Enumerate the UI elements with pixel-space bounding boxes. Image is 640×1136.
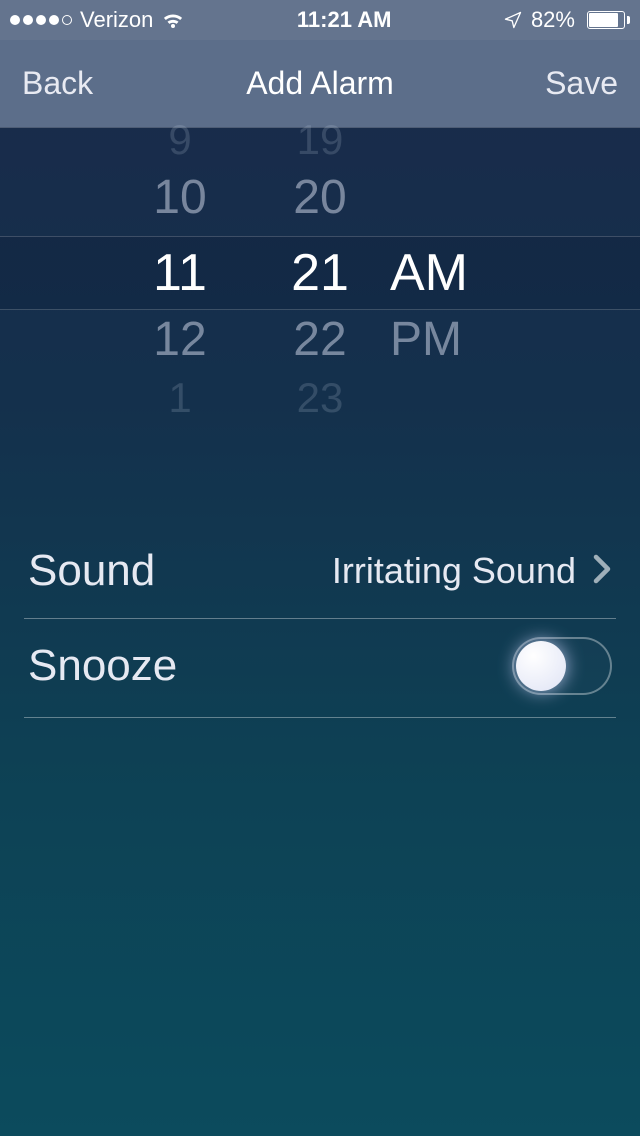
snooze-label: Snooze <box>28 641 177 691</box>
sound-row[interactable]: Sound Irritating Sound <box>24 528 616 619</box>
status-right: 82% <box>503 7 630 33</box>
picker-minute-option[interactable]: 22 <box>250 310 390 370</box>
status-bar: Verizon 11:21 AM 82% <box>0 0 640 40</box>
picker-minute-option[interactable]: 19 <box>250 110 390 170</box>
battery-icon <box>583 11 630 29</box>
status-left: Verizon <box>10 7 185 33</box>
picker-hour-option[interactable]: 9 <box>110 110 250 170</box>
sound-value: Irritating Sound <box>332 550 576 592</box>
hour-picker[interactable]: 9 10 11 12 1 <box>110 128 250 398</box>
signal-strength-icon <box>10 15 72 25</box>
picker-period-selected[interactable]: AM <box>390 236 530 310</box>
status-time: 11:21 AM <box>297 7 392 33</box>
save-button[interactable]: Save <box>528 65 618 102</box>
page-title: Add Alarm <box>112 65 528 102</box>
snooze-toggle[interactable] <box>512 637 612 695</box>
picker-minute-selected[interactable]: 21 <box>250 236 390 310</box>
chevron-right-icon <box>592 554 612 589</box>
picker-minute-option[interactable]: 23 <box>250 368 390 428</box>
battery-percent: 82% <box>531 7 575 33</box>
picker-hour-selected[interactable]: 11 <box>110 236 250 310</box>
period-picker[interactable]: AM PM <box>390 128 530 398</box>
toggle-knob <box>516 641 566 691</box>
wifi-icon <box>161 10 185 30</box>
picker-minute-option[interactable]: 20 <box>250 168 390 228</box>
picker-hour-option[interactable]: 12 <box>110 310 250 370</box>
picker-hour-option[interactable]: 1 <box>110 368 250 428</box>
snooze-row: Snooze <box>24 619 616 718</box>
carrier-label: Verizon <box>80 7 153 33</box>
picker-period-option[interactable]: PM <box>390 310 530 370</box>
minute-picker[interactable]: 19 20 21 22 23 <box>250 128 390 398</box>
alarm-settings: Sound Irritating Sound Snooze <box>0 528 640 718</box>
back-button[interactable]: Back <box>22 65 112 102</box>
sound-label: Sound <box>28 546 155 596</box>
picker-hour-option[interactable]: 10 <box>110 168 250 228</box>
location-icon <box>503 10 523 30</box>
time-picker: 9 10 11 12 1 19 20 21 22 23 AM PM <box>0 128 640 398</box>
